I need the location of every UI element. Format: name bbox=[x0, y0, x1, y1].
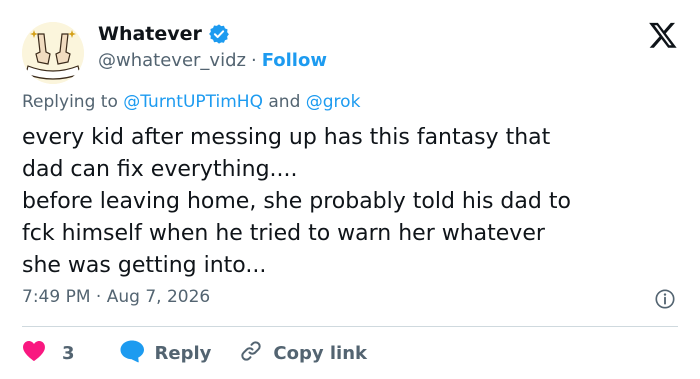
divider bbox=[22, 326, 678, 327]
tweet-text-line: she was getting into... bbox=[22, 253, 267, 278]
author-handle-row: @whatever_vidz · Follow bbox=[98, 47, 327, 73]
tweet-text-line: every kid after messing up has this fant… bbox=[22, 125, 551, 150]
tweet-timestamp[interactable]: 7:49 PM · Aug 7, 2026 bbox=[22, 287, 210, 307]
tweet-text-line: before leaving home, she probably told h… bbox=[22, 189, 571, 214]
copy-link-button[interactable]: Copy link bbox=[239, 339, 367, 368]
author-name-row: Whatever bbox=[98, 20, 230, 48]
reply-context: Replying to @TurntUPTimHQ and @grok bbox=[22, 92, 360, 112]
mention-link-1[interactable]: @TurntUPTimHQ bbox=[123, 92, 263, 112]
follow-button[interactable]: Follow bbox=[262, 50, 327, 71]
copy-link-label: Copy link bbox=[273, 342, 367, 364]
tweet-text: every kid after messing up has this fant… bbox=[22, 122, 682, 282]
reply-label: Reply bbox=[154, 342, 212, 364]
heart-icon bbox=[22, 340, 46, 367]
like-count: 3 bbox=[62, 342, 75, 364]
speech-bubble-icon bbox=[119, 339, 145, 368]
x-logo-icon[interactable] bbox=[648, 20, 678, 50]
reply-prefix: Replying to bbox=[22, 92, 118, 112]
mention-link-2[interactable]: @grok bbox=[306, 92, 361, 112]
timestamp-separator: · bbox=[95, 287, 102, 307]
tweet-time: 7:49 PM bbox=[22, 287, 91, 307]
link-icon bbox=[239, 339, 263, 368]
info-icon[interactable] bbox=[654, 288, 676, 310]
reply-joiner: and bbox=[268, 92, 301, 112]
hands-gesture-logo-icon bbox=[22, 22, 84, 84]
avatar[interactable] bbox=[22, 22, 84, 84]
reply-button[interactable]: Reply bbox=[119, 339, 212, 368]
author-name[interactable]: Whatever bbox=[98, 23, 202, 45]
author-handle[interactable]: @whatever_vidz bbox=[98, 50, 246, 71]
like-button[interactable]: 3 bbox=[22, 340, 75, 367]
verified-badge-icon bbox=[208, 23, 230, 45]
tweet-text-line: fck himself when he tried to warn her wh… bbox=[22, 221, 545, 246]
separator-dot: · bbox=[250, 49, 257, 71]
tweet-date: Aug 7, 2026 bbox=[106, 287, 211, 307]
tweet-text-line: dad can fix everything.... bbox=[22, 157, 298, 182]
tweet-card: Whatever @whatever_vidz · Follow Replyin… bbox=[0, 0, 700, 379]
action-bar: 3 Reply Copy link bbox=[22, 338, 367, 368]
